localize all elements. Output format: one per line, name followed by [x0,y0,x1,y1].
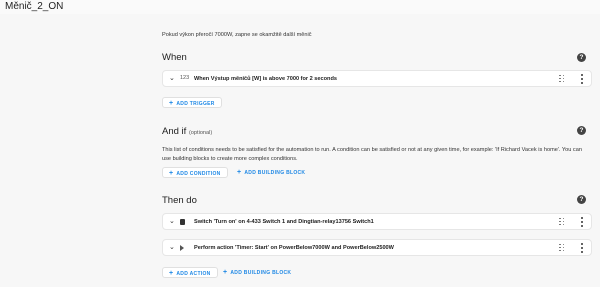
top-bar: Měnič_2_ON [0,0,600,14]
automation-description: Pokud výkon přeročí 7000W, zapne se okam… [162,32,312,38]
then-do-section-title: Then do [162,195,197,206]
and-if-section-title: And if (optional) [162,126,212,137]
more-options-icon[interactable] [580,217,584,227]
action-row[interactable]: ⌄ Perform action 'Timer: Start' on Power… [162,239,592,256]
page-title: Měnič_2_ON [5,1,64,12]
action-label: Switch 'Turn on' on 4-433 Switch 1 and D… [194,218,374,225]
play-icon [180,245,184,253]
add-building-block-button[interactable]: + ADD BUILDING BLOCK [237,167,305,178]
add-building-block-label: ADD BUILDING BLOCK [244,170,306,176]
then-do-help-icon[interactable]: ? [577,195,586,204]
add-action-button[interactable]: + ADD ACTION [162,267,218,278]
drag-handle-icon[interactable] [559,74,566,83]
add-condition-label: ADD CONDITION [176,171,221,177]
conditions-help-text: This list of conditions needs to be sati… [162,147,582,162]
plus-icon: + [223,269,228,276]
chevron-down-icon[interactable]: ⌄ [169,243,175,251]
plus-icon: + [237,169,242,176]
add-condition-button[interactable]: + ADD CONDITION [162,167,228,178]
plus-icon: + [169,100,174,107]
add-building-block-label: ADD BUILDING BLOCK [230,270,292,276]
more-options-icon[interactable] [580,74,584,84]
chevron-down-icon[interactable]: ⌄ [169,74,175,82]
device-icon [180,218,185,227]
add-trigger-label: ADD TRIGGER [176,101,215,107]
and-if-title: And if [162,126,187,137]
drag-handle-icon[interactable] [559,217,566,226]
when-section-title: When [162,52,187,63]
and-if-help-icon[interactable]: ? [577,126,586,135]
numeric-icon: 123 [180,75,190,81]
action-label: Perform action 'Timer: Start' on PowerBe… [194,244,394,251]
chevron-down-icon[interactable]: ⌄ [169,217,175,225]
add-trigger-button[interactable]: + ADD TRIGGER [162,97,222,108]
when-help-icon[interactable]: ? [577,53,586,62]
drag-handle-icon[interactable] [559,243,566,252]
trigger-row[interactable]: ⌄ 123 When Výstup měničů [W] is above 70… [162,70,592,87]
trigger-label: When Výstup měničů [W] is above 7000 for… [194,75,337,82]
action-row[interactable]: ⌄ Switch 'Turn on' on 4-433 Switch 1 and… [162,213,592,230]
more-options-icon[interactable] [580,243,584,253]
plus-icon: + [169,270,174,277]
add-action-label: ADD ACTION [176,271,211,277]
add-building-block-button[interactable]: + ADD BUILDING BLOCK [223,267,291,278]
plus-icon: + [169,170,174,177]
optional-label: (optional) [188,130,213,136]
